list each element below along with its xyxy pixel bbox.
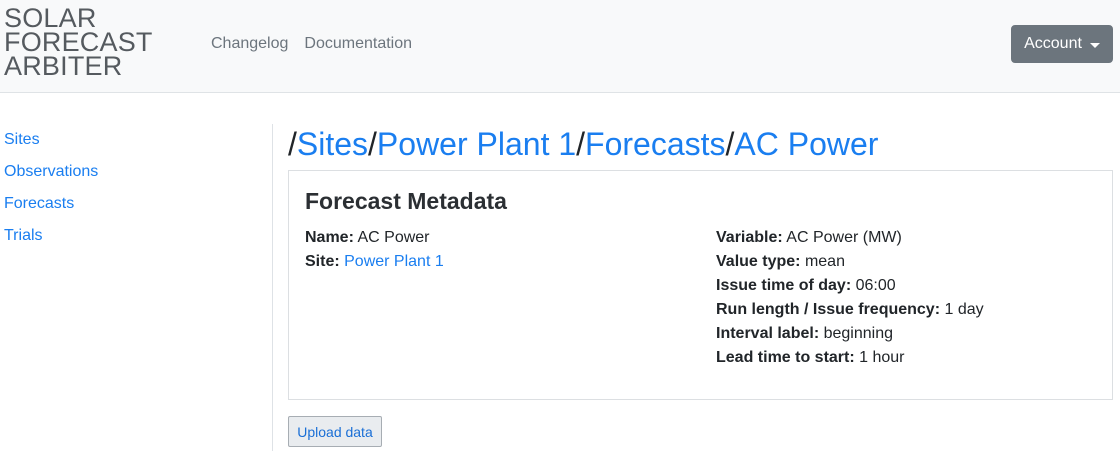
sidebar-item-forecasts[interactable]: Forecasts	[4, 194, 98, 226]
brand-logo[interactable]: SOLAR FORECAST ARBITER	[4, 5, 153, 81]
breadcrumb-site-name[interactable]: Power Plant 1	[377, 126, 576, 162]
caret-down-icon	[1089, 42, 1100, 48]
sidebar-divider	[272, 124, 273, 451]
metadata-value: AC Power (MW)	[786, 229, 902, 246]
breadcrumb-separator: /	[368, 126, 377, 162]
metadata-row-variable: Variable: AC Power (MW)	[716, 226, 984, 250]
metadata-value: AC Power	[357, 229, 430, 246]
metadata-row-site: Site: Power Plant 1	[305, 250, 444, 274]
brand-line-3: ARBITER	[4, 51, 123, 81]
metadata-row-interval-label: Interval label: beginning	[716, 322, 984, 346]
card-title: Forecast Metadata	[305, 188, 507, 214]
metadata-label: Run length / Issue frequency:	[716, 301, 941, 318]
forecast-metadata-card: Forecast Metadata Name: AC Power Site: P…	[288, 170, 1113, 400]
metadata-value: 1 hour	[859, 349, 905, 366]
sidebar-item-sites[interactable]: Sites	[4, 130, 98, 162]
top-navbar: SOLAR FORECAST ARBITER Changelog Documen…	[0, 0, 1120, 93]
metadata-value: beginning	[823, 325, 894, 342]
site-link[interactable]: Power Plant 1	[344, 253, 444, 270]
breadcrumb-separator: /	[288, 126, 297, 162]
documentation-link[interactable]: Documentation	[304, 34, 412, 54]
metadata-row-run-length: Run length / Issue frequency: 1 day	[716, 298, 984, 322]
metadata-label: Value type:	[716, 253, 801, 270]
metadata-row-value-type: Value type: mean	[716, 250, 984, 274]
metadata-label: Lead time to start:	[716, 349, 855, 366]
breadcrumb-forecasts[interactable]: Forecasts	[585, 126, 725, 162]
metadata-right-column: Variable: AC Power (MW) Value type: mean…	[716, 226, 984, 370]
breadcrumb-separator: /	[576, 126, 586, 162]
changelog-link[interactable]: Changelog	[211, 34, 288, 54]
sidebar-item-trials[interactable]: Trials	[4, 226, 98, 258]
metadata-value: mean	[804, 253, 845, 270]
account-label: Account	[1024, 35, 1082, 52]
metadata-row-lead-time: Lead time to start: 1 hour	[716, 346, 984, 370]
metadata-left-column: Name: AC Power Site: Power Plant 1	[305, 226, 444, 274]
metadata-value: 06:00	[855, 277, 896, 294]
metadata-label: Variable:	[716, 229, 783, 246]
metadata-label: Name:	[305, 229, 354, 246]
metadata-label: Issue time of day:	[716, 277, 852, 294]
breadcrumb-sites[interactable]: Sites	[297, 126, 368, 162]
breadcrumb-forecast-name[interactable]: AC Power	[734, 126, 878, 162]
metadata-row-name: Name: AC Power	[305, 226, 444, 250]
metadata-label: Interval label:	[716, 325, 820, 342]
metadata-value: 1 day	[944, 301, 984, 318]
account-dropdown-button[interactable]: Account	[1011, 25, 1113, 63]
sidebar-item-observations[interactable]: Observations	[4, 162, 98, 194]
sidebar: Sites Observations Forecasts Trials	[4, 130, 98, 258]
metadata-label: Site:	[305, 253, 340, 270]
nav-links: Changelog Documentation	[211, 34, 412, 54]
breadcrumb: /Sites/Power Plant 1/Forecasts/AC Power	[288, 125, 878, 163]
metadata-row-issue-time: Issue time of day: 06:00	[716, 274, 984, 298]
upload-data-button[interactable]: Upload data	[288, 416, 382, 447]
